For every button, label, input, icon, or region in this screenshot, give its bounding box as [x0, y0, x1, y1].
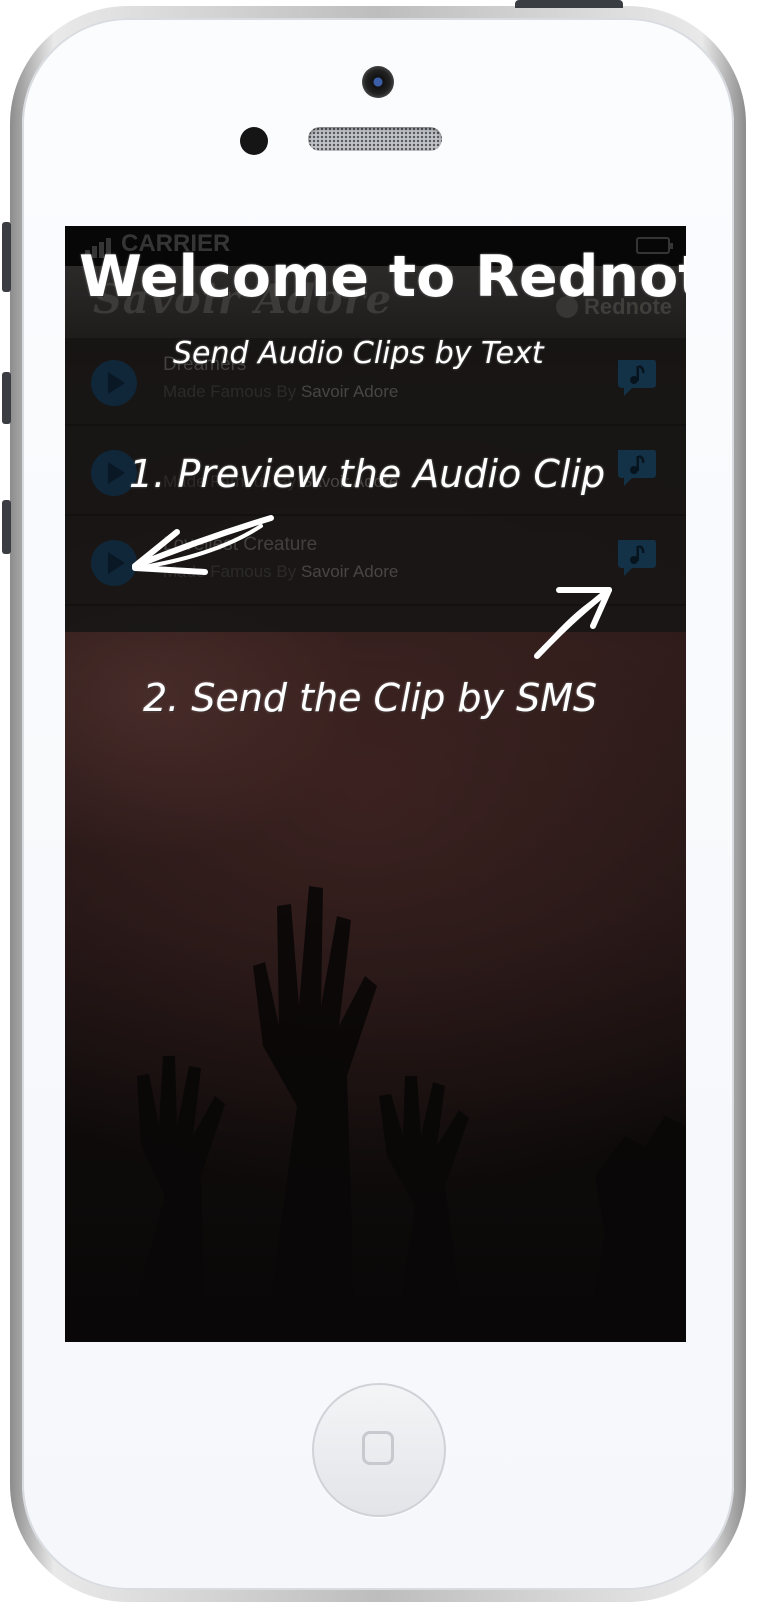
home-square-icon — [362, 1431, 394, 1465]
proximity-sensor — [240, 127, 268, 155]
volume-up-button — [2, 372, 11, 424]
volume-down-button — [2, 500, 11, 554]
home-button[interactable] — [312, 1383, 446, 1517]
arrow-to-sms-icon — [534, 587, 612, 659]
earpiece-speaker — [308, 127, 442, 151]
mute-switch — [2, 222, 11, 292]
phone-screen: CARRIER Savoir Adore Rednote Dreamers Ma… — [65, 226, 686, 1342]
power-button — [515, 0, 623, 8]
front-camera-icon — [362, 66, 394, 98]
step-2-label: 2. Send the Clip by SMS — [143, 676, 598, 720]
